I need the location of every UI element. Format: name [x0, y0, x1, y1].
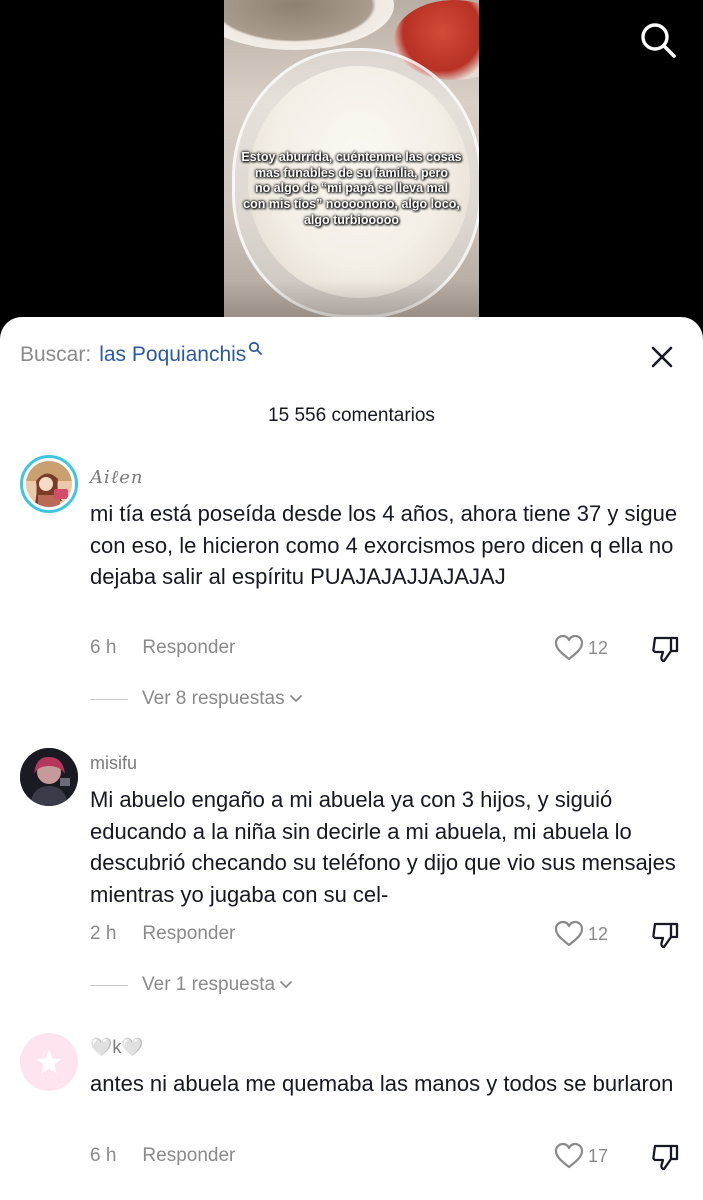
- dislike-icon: [652, 1144, 679, 1171]
- search-prefix-label: Buscar:: [20, 343, 92, 366]
- comment-author[interactable]: 🤍k🤍: [90, 1037, 144, 1058]
- view-replies-button[interactable]: Ver 8 respuestas: [90, 688, 303, 710]
- comment-meta: 2 h Responder: [90, 923, 235, 945]
- like-button[interactable]: 17: [554, 1142, 608, 1170]
- comments-count: 15 556 comentarios: [268, 405, 435, 426]
- close-button[interactable]: [648, 343, 676, 371]
- divider-line: [90, 984, 128, 986]
- reply-button[interactable]: Responder: [142, 923, 235, 945]
- dislike-button[interactable]: [650, 634, 680, 664]
- comment-time: 2 h: [90, 923, 117, 944]
- heart-icon: [554, 634, 584, 661]
- dislike-button[interactable]: [650, 1142, 680, 1172]
- avatar[interactable]: [20, 455, 78, 513]
- comment-meta: 6 h Responder: [90, 1145, 235, 1167]
- reply-button[interactable]: Responder: [142, 637, 235, 659]
- comment-text: antes ni abuela me quemaba las manos y t…: [90, 1071, 674, 1096]
- search-icon: [249, 341, 263, 355]
- comment-time: 6 h: [90, 1145, 117, 1166]
- avatar[interactable]: [20, 748, 78, 806]
- like-count: 17: [588, 1145, 609, 1166]
- comment-meta: 6 h Responder: [90, 637, 235, 659]
- video-area[interactable]: Estoy aburrida, cuéntenme las cosas mas …: [0, 0, 703, 340]
- close-icon: [651, 346, 673, 368]
- search-query-link[interactable]: las Poquianchis: [99, 343, 246, 367]
- view-replies-label: Ver 8 respuestas: [142, 688, 285, 709]
- comment-text: Mi abuelo engaño a mi abuela ya con 3 hi…: [90, 787, 676, 907]
- heart-icon: [554, 920, 584, 947]
- star-icon: [36, 1050, 62, 1074]
- comment-text: mi tía está poseída desde los 4 años, ah…: [90, 501, 678, 589]
- reply-button[interactable]: Responder: [142, 1145, 235, 1167]
- search-suggestion[interactable]: Buscar: las Poquianchis: [20, 341, 263, 367]
- avatar-image: [20, 748, 78, 806]
- avatar-image: [26, 461, 72, 507]
- like-count: 12: [588, 923, 609, 944]
- comments-sheet: Buscar: las Poquianchis 15 556 comentari…: [0, 317, 703, 1200]
- search-button[interactable]: [638, 20, 678, 60]
- chevron-down-icon: [289, 695, 302, 702]
- comment-author[interactable]: misifu: [90, 753, 137, 774]
- dislike-icon: [652, 636, 679, 663]
- divider-line: [90, 698, 128, 700]
- like-button[interactable]: 12: [554, 634, 608, 662]
- dislike-button[interactable]: [650, 920, 680, 950]
- like-count: 12: [588, 637, 609, 658]
- comment-author[interactable]: Aiℓen: [90, 467, 144, 488]
- chevron-down-icon: [280, 981, 292, 988]
- search-icon: [641, 23, 676, 58]
- dislike-icon: [652, 922, 679, 949]
- view-replies-button[interactable]: Ver 1 respuesta: [90, 974, 293, 996]
- plate-decoration: [224, 0, 394, 50]
- avatar[interactable]: [20, 1033, 78, 1091]
- comment-time: 6 h: [90, 637, 117, 658]
- video-caption: Estoy aburrida, cuéntenme las cosas mas …: [241, 150, 462, 227]
- like-button[interactable]: 12: [554, 920, 608, 948]
- heart-icon: [554, 1142, 584, 1169]
- view-replies-label: Ver 1 respuesta: [142, 974, 276, 995]
- video-frame[interactable]: Estoy aburrida, cuéntenme las cosas mas …: [224, 0, 479, 340]
